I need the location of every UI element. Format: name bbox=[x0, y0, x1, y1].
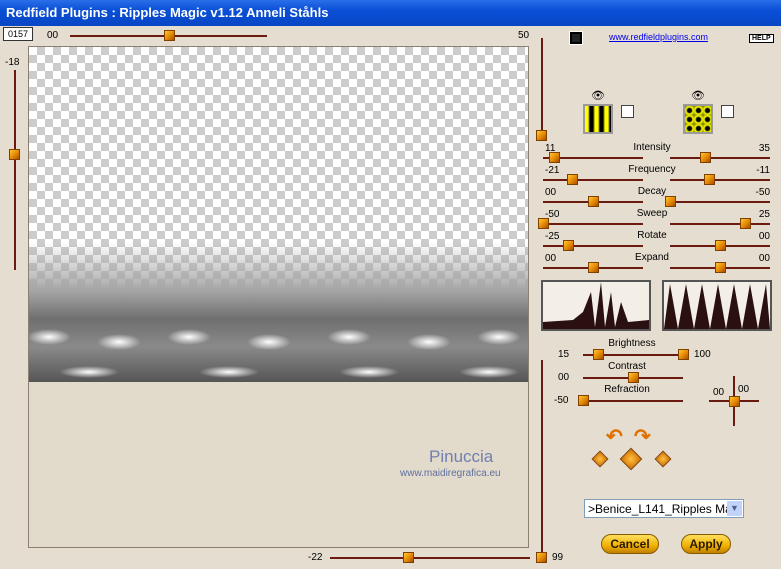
decay-right-slider-knob[interactable] bbox=[665, 196, 676, 207]
rotate-left-slider-track bbox=[543, 245, 643, 247]
left-slider-value: -18 bbox=[5, 57, 20, 68]
intensity-right-slider-track bbox=[670, 157, 770, 159]
undo-arrow-icon[interactable]: ↶ bbox=[606, 424, 623, 449]
dots-checkbox[interactable] bbox=[721, 105, 734, 118]
intensity-right-slider-knob[interactable] bbox=[700, 152, 711, 163]
contrast-label: Contrast bbox=[608, 361, 646, 372]
brightness-label: Brightness bbox=[608, 338, 656, 349]
ripple-render bbox=[29, 242, 528, 382]
offset-crosshair-knob[interactable] bbox=[729, 396, 740, 407]
waveform-right bbox=[662, 280, 772, 331]
random-all-dice-icon[interactable] bbox=[619, 447, 643, 471]
decay-right-slider-track bbox=[670, 201, 770, 203]
sweep-left-slider-track bbox=[543, 223, 643, 225]
sweep-left-slider-knob[interactable] bbox=[538, 218, 549, 229]
random-small-dice-icon[interactable] bbox=[591, 450, 609, 468]
bottom-slider-value: -22 bbox=[308, 552, 323, 563]
decay-left-value: 00 bbox=[545, 187, 557, 198]
bottom-vslider-value: 99 bbox=[552, 552, 564, 563]
offset-x-value: 00 bbox=[713, 387, 725, 398]
right-top-vslider-knob[interactable] bbox=[536, 130, 547, 141]
waveform-left bbox=[541, 280, 651, 331]
intensity-label: Intensity bbox=[633, 142, 671, 153]
frame-number-field[interactable]: 0157 bbox=[3, 27, 33, 41]
sweep-right-slider-track bbox=[670, 223, 770, 225]
left-slider-knob[interactable] bbox=[9, 149, 20, 160]
watermark-name: Pinuccia bbox=[429, 447, 494, 466]
bottom-slider-knob[interactable] bbox=[403, 552, 414, 563]
contrast-slider-knob[interactable] bbox=[628, 372, 639, 383]
stripes-pattern-thumb[interactable] bbox=[583, 104, 613, 134]
rotate-left-slider-knob[interactable] bbox=[563, 240, 574, 251]
frequency-left-slider-knob[interactable] bbox=[567, 174, 578, 185]
chevron-down-icon[interactable]: ▼ bbox=[727, 501, 742, 516]
redfield-link[interactable]: www.redfieldplugins.com bbox=[609, 32, 708, 42]
top-slider-max: 50 bbox=[518, 30, 530, 41]
redo-arrow-icon[interactable]: ↷ bbox=[634, 424, 651, 449]
right-top-vslider-track bbox=[541, 38, 543, 138]
frequency-right-value: -11 bbox=[756, 165, 770, 176]
title-bar: Redfield Plugins : Ripples Magic v1.12 A… bbox=[0, 0, 781, 26]
sweep-right-value: 25 bbox=[758, 209, 770, 220]
frequency-left-value: -21 bbox=[545, 165, 560, 176]
frequency-label: Frequency bbox=[628, 164, 676, 175]
rotate-right-value: 00 bbox=[758, 231, 770, 242]
intensity-left-slider-knob[interactable] bbox=[549, 152, 560, 163]
expand-right-value: 00 bbox=[758, 253, 770, 264]
frequency-left-slider-track bbox=[543, 179, 643, 181]
expand-left-value: 00 bbox=[545, 253, 557, 264]
top-slider-min: 00 bbox=[47, 30, 59, 41]
watermark-url: www.maidiregrafica.eu bbox=[400, 468, 501, 479]
frequency-right-slider-knob[interactable] bbox=[704, 174, 715, 185]
contrast-value: 00 bbox=[558, 372, 570, 383]
refraction-label: Refraction bbox=[604, 384, 650, 395]
expand-left-slider-knob[interactable] bbox=[588, 262, 599, 273]
offset-y-value: 00 bbox=[738, 384, 750, 395]
expand-label: Expand bbox=[635, 252, 669, 263]
left-slider-track bbox=[14, 70, 16, 270]
refraction-slider-knob[interactable] bbox=[578, 395, 589, 406]
decay-right-value: -50 bbox=[755, 187, 770, 198]
brightness-high-value: 100 bbox=[694, 349, 711, 360]
expand-right-slider-knob[interactable] bbox=[715, 262, 726, 273]
rotate-label: Rotate bbox=[637, 230, 667, 241]
brightness-low-knob[interactable] bbox=[593, 349, 604, 360]
preview-canvas[interactable]: Pinuccia www.maidiregrafica.eu bbox=[28, 46, 529, 548]
rotate-right-slider-knob[interactable] bbox=[715, 240, 726, 251]
eye-icon[interactable]: 👁 bbox=[691, 89, 705, 102]
dots-pattern-thumb[interactable] bbox=[683, 104, 713, 134]
refraction-slider-track bbox=[583, 400, 683, 402]
bottom-slider-track bbox=[330, 557, 530, 559]
random-small-dice-icon[interactable] bbox=[654, 450, 672, 468]
sweep-right-slider-knob[interactable] bbox=[740, 218, 751, 229]
right-bottom-vslider-knob[interactable] bbox=[536, 552, 547, 563]
stripes-checkbox[interactable] bbox=[621, 105, 634, 118]
intensity-right-value: 35 bbox=[758, 143, 770, 154]
preset-dropdown[interactable]: >Benice_L141_Ripples Ma ▼ bbox=[584, 499, 744, 518]
refraction-value: -50 bbox=[554, 395, 569, 406]
brightness-high-knob[interactable] bbox=[678, 349, 689, 360]
help-button[interactable]: HELP bbox=[749, 34, 774, 43]
frequency-right-slider-track bbox=[670, 179, 770, 181]
rotate-left-value: -25 bbox=[545, 231, 560, 242]
sweep-label: Sweep bbox=[636, 208, 668, 219]
apply-button[interactable]: Apply bbox=[681, 534, 731, 554]
preset-selected: >Benice_L141_Ripples Ma bbox=[588, 502, 732, 516]
brightness-low-value: 15 bbox=[558, 349, 570, 360]
decay-left-slider-knob[interactable] bbox=[588, 196, 599, 207]
right-bottom-vslider-track bbox=[541, 360, 543, 557]
cancel-button[interactable]: Cancel bbox=[601, 534, 659, 554]
color-swatch[interactable] bbox=[569, 31, 583, 45]
decay-label: Decay bbox=[637, 186, 667, 197]
top-slider-knob[interactable] bbox=[163, 30, 175, 41]
eye-icon[interactable]: 👁 bbox=[591, 89, 605, 102]
